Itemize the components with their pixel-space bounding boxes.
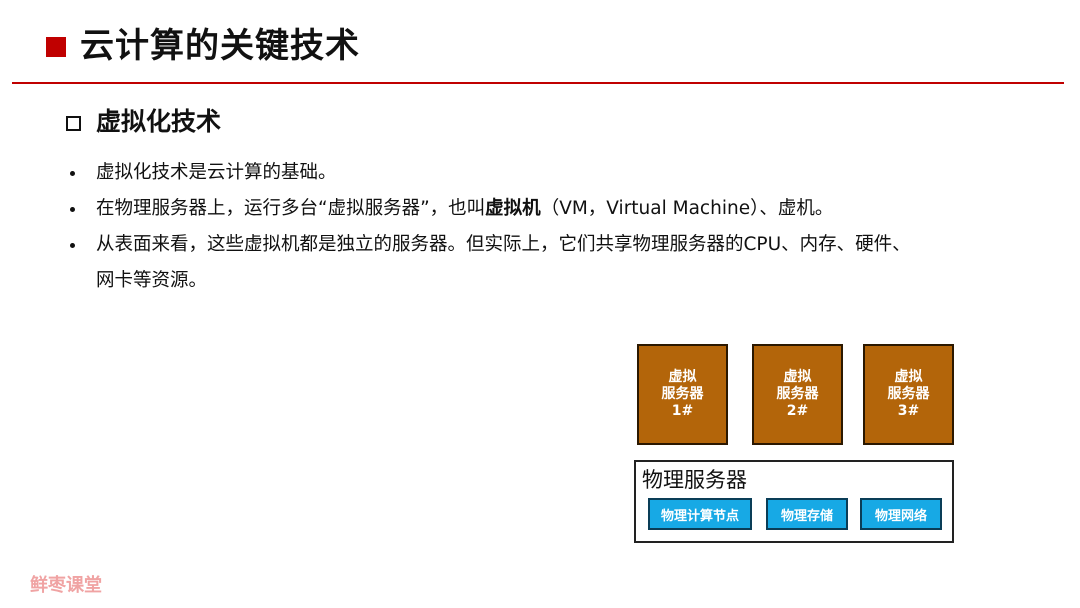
vm-label-number: 2#	[786, 403, 809, 419]
bullet-text-continued: 网卡等资源。	[96, 270, 208, 291]
physical-server-box: 物理服务器 物理计算节点 物理存储 物理网络	[634, 460, 954, 543]
bullet-emphasis: 虚拟机	[485, 198, 541, 219]
compute-node-module: 物理计算节点	[648, 498, 752, 530]
vm-label-number: 3#	[897, 403, 920, 419]
bullet-item: 在物理服务器上，运行多台“虚拟服务器”，也叫虚拟机（VM，Virtual Mac…	[66, 191, 1026, 227]
vm-label-line: 虚拟	[783, 369, 812, 385]
watermark-logo-text: 鲜枣课堂	[30, 575, 102, 596]
title-square-marker	[46, 37, 66, 57]
bullet-dot	[70, 207, 75, 212]
vm-label-line: 虚拟	[894, 369, 923, 385]
vm-label-line: 服务器	[661, 386, 704, 402]
network-module: 物理网络	[860, 498, 942, 530]
title-divider	[12, 82, 1064, 84]
bullet-item: 从表面来看，这些虚拟机都是独立的服务器。但实际上，它们共享物理服务器的CPU、内…	[66, 227, 1026, 299]
bullet-text: （VM，Virtual Machine）、虚机。	[540, 198, 834, 219]
bullet-item: 虚拟化技术是云计算的基础。	[66, 155, 1026, 191]
vm-label-line: 服务器	[776, 386, 819, 402]
storage-module: 物理存储	[766, 498, 848, 530]
bullet-dot	[70, 171, 75, 176]
bullet-text: 在物理服务器上，运行多台“虚拟服务器”，也叫	[96, 198, 486, 219]
virtual-server-box: 虚拟 服务器 1#	[637, 344, 728, 445]
page-title: 云计算的关键技术	[80, 26, 360, 66]
bullet-list: 虚拟化技术是云计算的基础。 在物理服务器上，运行多台“虚拟服务器”，也叫虚拟机（…	[66, 155, 1026, 299]
vm-label-number: 1#	[671, 403, 694, 419]
section-heading: 虚拟化技术	[96, 107, 222, 136]
bullet-text: 从表面来看，这些虚拟机都是独立的服务器。但实际上，它们共享物理服务器的CPU、内…	[96, 234, 911, 255]
bullet-text: 虚拟化技术是云计算的基础。	[96, 162, 337, 183]
vm-label-line: 虚拟	[668, 369, 697, 385]
vm-label-line: 服务器	[887, 386, 930, 402]
virtual-server-box: 虚拟 服务器 2#	[752, 344, 843, 445]
virtual-server-box: 虚拟 服务器 3#	[863, 344, 954, 445]
section-square-marker	[66, 116, 81, 131]
bullet-dot	[70, 243, 75, 248]
physical-server-label: 物理服务器	[642, 468, 747, 492]
